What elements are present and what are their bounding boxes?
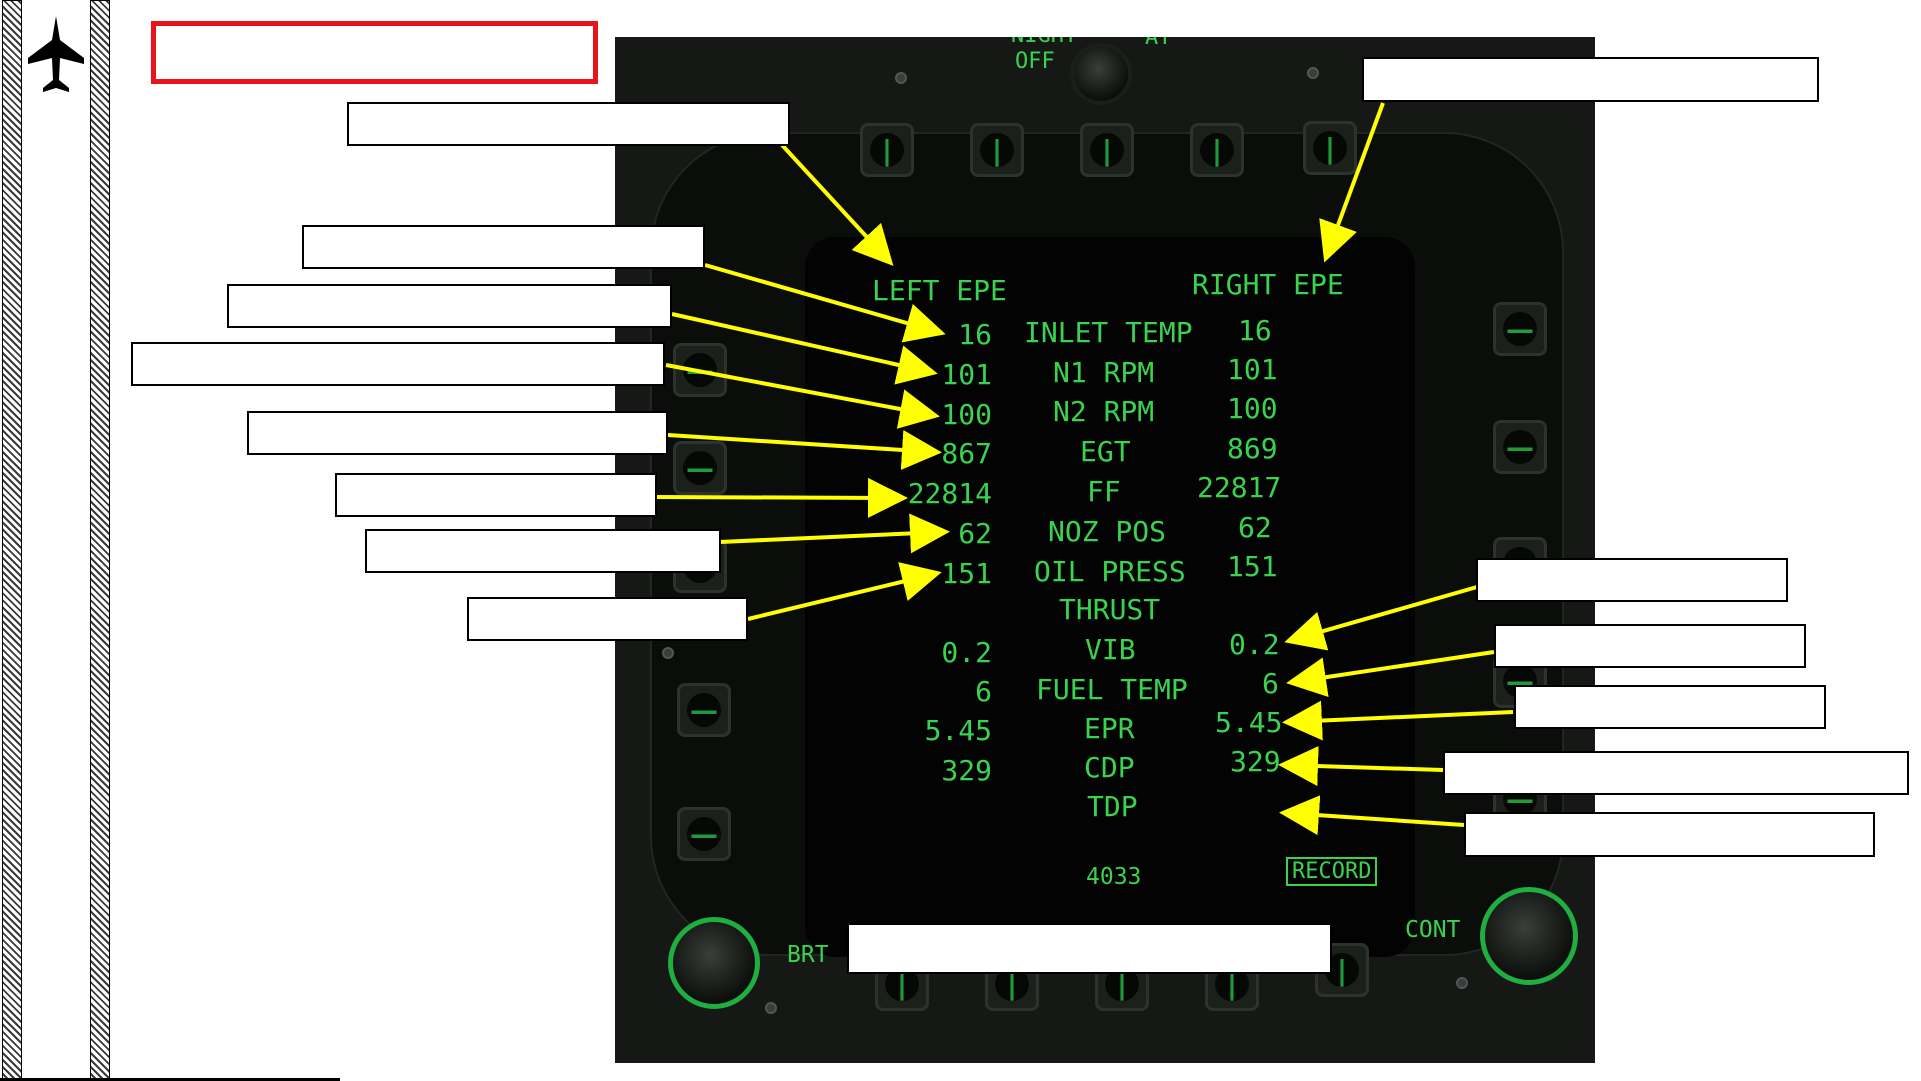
callout-tdp	[1464, 812, 1875, 857]
arrow-left-epe	[780, 143, 894, 266]
arrow-left-inlet	[704, 263, 946, 343]
callout-egt	[247, 411, 668, 455]
callout-vib	[1476, 558, 1788, 602]
callout-n2-rpm	[131, 342, 665, 386]
callout-left-epe	[347, 102, 790, 146]
callout-inlet-temp	[302, 225, 705, 269]
arrow-right-vib	[1284, 585, 1478, 651]
callout-fuel-temp	[1494, 624, 1806, 668]
callout-right-epe	[1362, 57, 1819, 102]
arrow-left-ff	[655, 477, 908, 518]
callout-cdp	[1443, 751, 1909, 795]
arrow-right-epe	[1319, 102, 1385, 263]
arrow-right-tdp	[1279, 795, 1465, 836]
callout-oil-press	[467, 597, 748, 641]
callout-n1-rpm	[227, 284, 672, 328]
callout-noz-pos	[365, 529, 721, 573]
callout-epr	[1514, 685, 1826, 729]
arrow-left-n2	[665, 363, 940, 429]
arrow-left-egt	[667, 429, 942, 470]
arrow-right-fueltemp	[1286, 650, 1495, 698]
arrow-left-n1	[671, 312, 938, 385]
arrow-left-oil	[747, 562, 942, 621]
annotation-arrows	[655, 102, 1514, 836]
callout-ff	[335, 473, 657, 517]
callout-bottom	[847, 923, 1332, 974]
arrow-left-noz	[719, 513, 950, 554]
arrow-right-cdp	[1278, 746, 1444, 787]
arrow-right-epr	[1282, 700, 1514, 741]
